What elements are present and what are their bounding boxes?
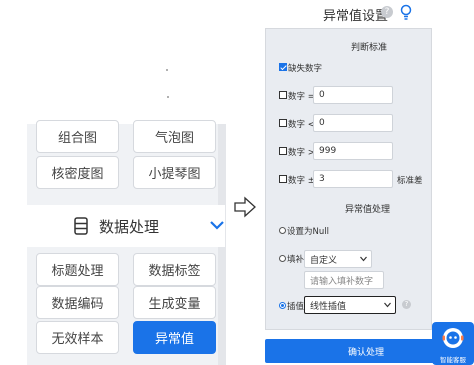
set-null-radio[interactable] xyxy=(279,227,286,234)
menu-item-data-encoding[interactable]: 数据编码 xyxy=(36,286,119,319)
database-icon xyxy=(74,217,88,235)
fill-radio[interactable] xyxy=(279,255,286,262)
less-than-value-input[interactable]: 0 xyxy=(313,114,393,132)
menu-item-bubble-chart[interactable]: 气泡图 xyxy=(133,120,216,153)
std-dev-checkbox[interactable] xyxy=(279,175,287,183)
menu-item-kde-chart[interactable]: 核密度图 xyxy=(36,156,119,189)
outlier-processing-title: 异常值处理 xyxy=(345,205,391,215)
smart-assistant-button[interactable]: 智能客服 xyxy=(432,322,474,365)
robot-icon xyxy=(442,328,464,348)
chevron-down-icon xyxy=(360,256,367,262)
stray-dot xyxy=(167,96,169,98)
missing-number-label: 缺失数字 xyxy=(288,64,323,74)
screen: 组合图 气泡图 核密度图 小提琴图 数据处理 标题处理 数据标签 数据编码 生成… xyxy=(0,0,474,365)
interpolation-label: 插值 xyxy=(287,302,305,312)
data-processing-section[interactable]: 数据处理 xyxy=(27,205,225,247)
judge-criteria-title: 判断标准 xyxy=(351,43,388,53)
chevron-down-icon[interactable] xyxy=(209,219,225,231)
missing-number-checkbox[interactable] xyxy=(279,63,287,71)
interpolation-radio[interactable] xyxy=(279,302,286,309)
arrow-right-icon xyxy=(234,196,256,218)
greater-than-checkbox[interactable] xyxy=(279,147,287,155)
lightbulb-icon[interactable] xyxy=(399,4,413,20)
fill-label: 填补 xyxy=(287,255,305,265)
fill-method-select[interactable]: 自定义 xyxy=(304,250,372,268)
chevron-down-icon xyxy=(384,302,391,308)
stray-dot xyxy=(166,69,168,71)
menu-item-outliers[interactable]: 异常值 xyxy=(133,321,216,354)
fill-value-input[interactable]: 请输入填补数字 xyxy=(304,271,384,289)
interpolation-method-value: 线性插值 xyxy=(310,301,347,312)
section-label: 数据处理 xyxy=(99,218,160,236)
help-icon[interactable]: ? xyxy=(402,300,411,309)
less-than-checkbox[interactable] xyxy=(279,119,287,127)
std-dev-value-input[interactable]: 3 xyxy=(313,170,393,188)
help-icon[interactable]: ? xyxy=(381,6,393,18)
std-dev-unit: 标准差 xyxy=(397,176,423,186)
menu-item-invalid-samples[interactable]: 无效样本 xyxy=(36,321,119,354)
menu-item-title-processing[interactable]: 标题处理 xyxy=(36,253,119,286)
set-null-label: 设置为Null xyxy=(287,227,329,237)
greater-than-label: 数字 > xyxy=(288,148,315,158)
fill-method-value: 自定义 xyxy=(310,255,338,266)
greater-than-value-input[interactable]: 999 xyxy=(313,142,393,160)
dialog-title: 异常值设置 xyxy=(323,9,389,24)
equal-checkbox[interactable] xyxy=(279,91,287,99)
menu-item-violin-chart[interactable]: 小提琴图 xyxy=(133,156,216,189)
assistant-label: 智能客服 xyxy=(440,356,466,364)
interpolation-method-select[interactable]: 线性插值 xyxy=(304,296,396,314)
equal-label: 数字 = xyxy=(288,92,315,102)
std-dev-label: 数字 ± xyxy=(288,176,315,186)
menu-item-combo-chart[interactable]: 组合图 xyxy=(36,120,119,153)
menu-item-data-labels[interactable]: 数据标签 xyxy=(133,253,216,286)
menu-item-generate-variable[interactable]: 生成变量 xyxy=(133,286,216,319)
equal-value-input[interactable]: 0 xyxy=(313,86,393,104)
less-than-label: 数字 < xyxy=(288,120,315,130)
